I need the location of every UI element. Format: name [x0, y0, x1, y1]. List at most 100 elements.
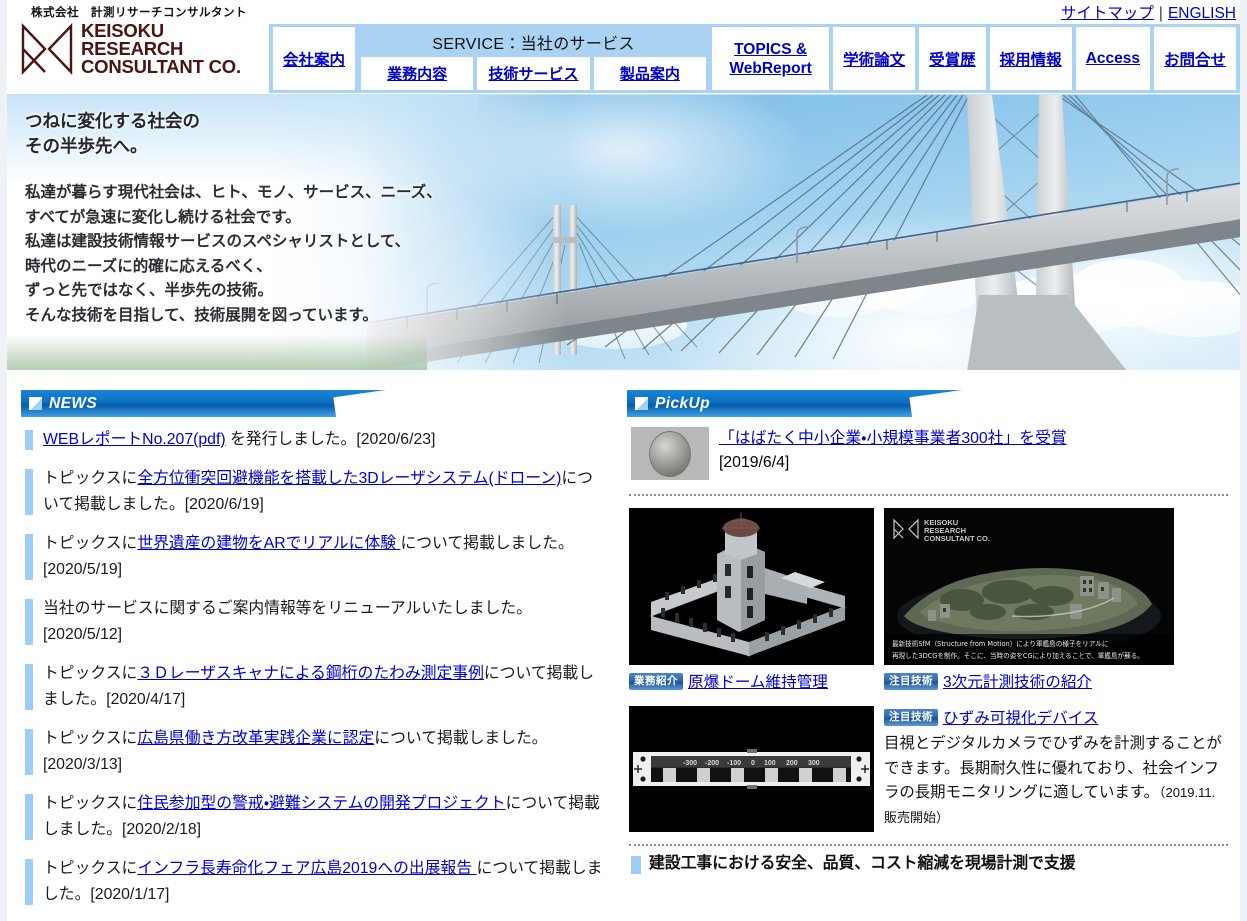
news-item: 当社のサービスに関するご案内情報等をリニューアルいたしました。[2020/5/1… — [21, 596, 605, 648]
hero-body-line-6: そんな技術を目指して、技術展開を図っています。 — [25, 306, 378, 324]
main-content: NEWS WEBレポートNo.207(pdf) を発行しました。[2020/6/… — [7, 370, 1240, 921]
svg-text:100: 100 — [764, 760, 776, 767]
svg-text:最新技術SfM（Structure from Motion）: 最新技術SfM（Structure from Motion）により軍艦島の様子を… — [892, 639, 1108, 648]
news-item: トピックスに世界遺産の建物をARでリアルに体験 について掲載しました。[2020… — [21, 531, 605, 583]
medal-icon — [649, 430, 691, 477]
nav-group-service: SERVICE：当社のサービス 業務内容 技術サービス 製品案内 — [359, 27, 708, 90]
svg-text:300: 300 — [808, 760, 820, 767]
nav-item-papers[interactable]: 学術論文 — [833, 27, 916, 90]
news-item-link[interactable]: 世界遺産の建物をARでリアルに体験 — [137, 535, 400, 552]
news-item-link[interactable]: インフラ長寿命化フェア広島2019への出展報告 — [137, 860, 476, 877]
news-item: トピックスに３Ｄレーザスキャナによる鋼桁のたわみ測定事例について掲載しました。[… — [21, 661, 605, 713]
pickup-card-dome-link[interactable]: 原爆ドーム維持管理 — [688, 670, 828, 692]
nav-link-products[interactable]: 製品案内 — [620, 63, 680, 84]
nav-item-contact[interactable]: お問合せ — [1153, 27, 1236, 90]
hero-copy: つねに変化する社会の その半歩先へ。 私達が暮らす現代社会は、ヒト、モノ、サービ… — [25, 109, 442, 328]
nav-item-business[interactable]: 業務内容 — [361, 57, 474, 90]
nav-item-recruit[interactable]: 採用情報 — [989, 27, 1072, 90]
pickup-card-3d-caption: 注目技術 3次元計測技術の紹介 — [884, 670, 1174, 692]
nav-item-topics[interactable]: TOPICS & WebReport — [712, 27, 830, 90]
hero-body-line-4: 時代のニーズに的確に応えるべく、 — [25, 257, 272, 275]
gunkanjima-thumbnail[interactable]: KEISOKU RESEARCH CONSULTANT CO. 最新技術SfM（… — [884, 508, 1174, 665]
news-item-link[interactable]: 住民参加型の警戒・避難システムの開発プロジェクト — [137, 795, 505, 812]
news-list: WEBレポートNo.207(pdf) を発行しました。[2020/6/23] ト… — [21, 427, 605, 908]
site-header: サイトマップ | ENGLISH 株式会社 計測リサーチコンサルタント KEISOK… — [7, 0, 1240, 94]
news-item-link[interactable]: 広島県働き方改革実践企業に認定 — [137, 730, 374, 747]
svg-text:-100: -100 — [727, 760, 741, 767]
keisoku-logo-icon — [19, 22, 75, 76]
hero-body-line-5: ずっと先ではなく、半歩先の技術。 — [25, 282, 274, 299]
svg-text:再現した3DCGを制作。そこに、当時の姿をCGにより加えるこ: 再現した3DCGを制作。そこに、当時の姿をCGにより加えることで、軍艦島が蘇る。 — [892, 651, 1144, 660]
hero-treeline — [7, 334, 427, 370]
hero-banner: つねに変化する社会の その半歩先へ。 私達が暮らす現代社会は、ヒト、モノ、サービ… — [7, 94, 1240, 370]
pickup-section-heading: PickUp — [627, 390, 1137, 417]
svg-text:CONSULTANT CO.: CONSULTANT CO. — [924, 534, 990, 543]
nav-item-awards[interactable]: 受賞歴 — [919, 27, 986, 90]
badge-featured-tech-strain: 注目技術 — [884, 708, 938, 726]
hero-body-line-1: 私達が暮らす現代社会は、ヒト、モノ、サービス、ニーズ、 — [25, 184, 442, 201]
toplinks-separator: | — [1158, 5, 1163, 22]
pickup-bottom-divider — [629, 844, 1228, 846]
nav-item-company[interactable]: 会社案内 — [273, 27, 356, 90]
hero-headline-line-1: つねに変化する社会の — [25, 111, 200, 131]
pickup-heading-label: PickUp — [655, 394, 710, 412]
svg-text:200: 200 — [786, 760, 798, 767]
nav-link-awards[interactable]: 受賞歴 — [929, 48, 976, 70]
news-item: トピックスに住民参加型の警戒・避難システムの開発プロジェクトについて掲載しました… — [21, 791, 605, 843]
logo-wordmark: KEISOKU RESEARCH CONSULTANT CO. — [81, 21, 241, 77]
pickup-divider — [629, 494, 1228, 496]
english-link[interactable]: ENGLISH — [1168, 5, 1236, 22]
nav-topics-line-2: WebReport — [729, 59, 812, 77]
news-heading-square-icon — [29, 397, 42, 410]
badge-business-intro: 業務紹介 — [629, 672, 683, 690]
nav-item-products[interactable]: 製品案内 — [593, 57, 706, 90]
news-item-pre: トピックスに — [43, 665, 138, 682]
news-item-link[interactable]: 全方位衝突回避機能を搭載した3Dレーザシステム(ドローン) — [137, 470, 561, 487]
page-root: サイトマップ | ENGLISH 株式会社 計測リサーチコンサルタント KEISOK… — [0, 0, 1247, 921]
strain-device-text: 注目技術 ひずみ可視化デバイス 目視とデジタルカメラでひずみを計測することができ… — [884, 706, 1228, 832]
nav-link-recruit[interactable]: 採用情報 — [1000, 48, 1062, 70]
award-text-block: 「はばたく中小企業・小規模事業者300社」を受賞 [2019/6/4] — [719, 427, 1067, 475]
award-date: [2019/6/4] — [719, 454, 790, 471]
svg-text:0: 0 — [751, 760, 755, 767]
svg-text:-300: -300 — [683, 760, 697, 767]
news-item-post: を発行しました。[2020/6/23] — [225, 431, 436, 448]
nav-link-contact[interactable]: お問合せ — [1164, 48, 1226, 70]
main-navigation: 会社案内 SERVICE：当社のサービス 業務内容 技術サービス 製品案内 TO… — [269, 24, 1240, 93]
news-item: トピックスにインフラ長寿命化フェア広島2019への出展報告 について掲載しました… — [21, 856, 605, 908]
badge-featured-tech: 注目技術 — [884, 672, 938, 690]
logo-line-3: CONSULTANT CO. — [81, 56, 241, 77]
nav-link-access[interactable]: Access — [1086, 50, 1140, 68]
pickup-card-3d-link[interactable]: 3次元計測技術の紹介 — [943, 670, 1092, 692]
news-item-link[interactable]: ３Ｄレーザスキャナによる鋼桁のたわみ測定事例 — [137, 665, 484, 682]
pickup-card-dome: 業務紹介 原爆ドーム維持管理 — [629, 508, 874, 692]
sitemap-link[interactable]: サイトマップ — [1061, 5, 1154, 22]
site-logo[interactable]: 株式会社 計測リサーチコンサルタント KEISOKU RESEARCH CONS… — [19, 4, 269, 76]
award-medal-thumbnail[interactable] — [631, 427, 709, 480]
news-item-link[interactable]: WEBレポートNo.207(pdf) — [43, 431, 226, 448]
nav-link-topics[interactable]: TOPICS & WebReport — [729, 40, 811, 78]
nav-item-tech-service[interactable]: 技術サービス — [477, 57, 590, 90]
pickup-card-row: 業務紹介 原爆ドーム維持管理 KEISOKU RESEARCH CONSULTA… — [627, 508, 1230, 692]
nav-link-tech-service[interactable]: 技術サービス — [489, 63, 579, 84]
atomic-dome-thumbnail[interactable] — [629, 508, 874, 665]
pickup-bottom-item[interactable]: 建設工事における安全、品質、コスト縮減を現場計測で支援 — [627, 852, 1230, 876]
nav-link-business[interactable]: 業務内容 — [387, 63, 447, 84]
hero-headline-line-2: その半歩先へ。 — [25, 136, 148, 156]
news-item: トピックスに広島県働き方改革実践企業に認定について掲載しました。[2020/3/… — [21, 726, 605, 778]
nav-link-papers[interactable]: 学術論文 — [843, 48, 905, 70]
news-item-pre: トピックスに — [43, 470, 138, 487]
company-name-kana: 株式会社 計測リサーチコンサルタント — [31, 7, 247, 19]
nav-topics-line-1: TOPICS & — [734, 40, 808, 58]
strain-device-link[interactable]: ひずみ可視化デバイス — [943, 706, 1098, 728]
hero-body-line-3: 私達は建設技術情報サービスのスペシャリストとして、 — [25, 233, 411, 250]
nav-item-access[interactable]: Access — [1075, 27, 1150, 90]
pickup-heading-square-icon — [635, 397, 648, 410]
hero-headline: つねに変化する社会の その半歩先へ。 — [25, 109, 442, 159]
nav-link-company[interactable]: 会社案内 — [283, 48, 345, 70]
strain-device-thumbnail[interactable]: -300 -200 -100 0 100 200 300 — [629, 706, 874, 832]
award-link[interactable]: 「はばたく中小企業・小規模事業者300社」を受賞 — [719, 430, 1067, 447]
hero-body-line-2: すべてが急速に変化し続ける社会です。 — [25, 208, 301, 226]
nav-service-title: SERVICE：当社のサービス — [432, 36, 635, 53]
news-item-pre: トピックスに — [43, 535, 138, 552]
